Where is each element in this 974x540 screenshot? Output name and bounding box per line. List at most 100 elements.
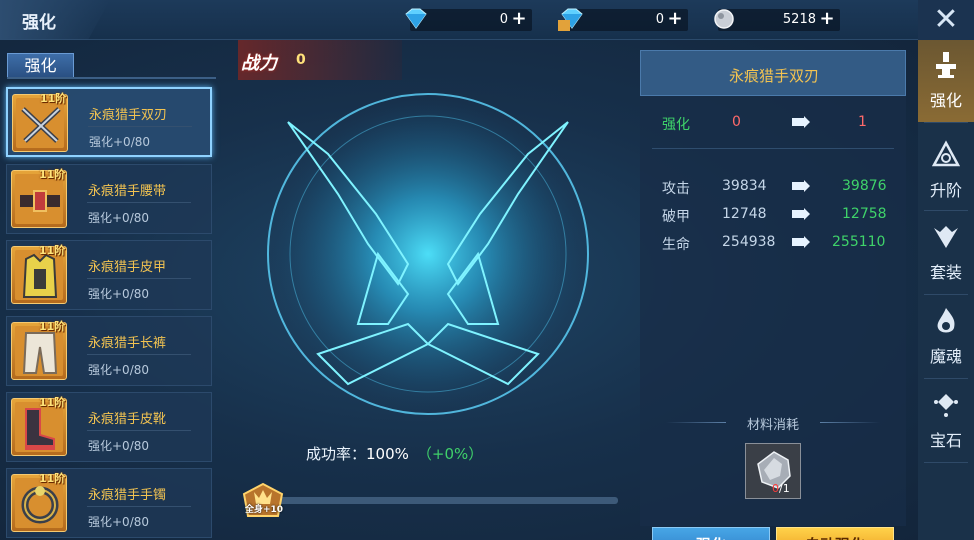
list-item[interactable]: 11阶 永痕猎手皮甲 强化+0/80 (6, 240, 212, 310)
nav-label: 套装 (929, 263, 962, 282)
page-title: 强化 (22, 13, 56, 33)
nav-label: 升阶 (929, 181, 962, 200)
arrow-right-icon (792, 236, 810, 248)
combat-power: 战力 0 (238, 40, 402, 80)
nav-upgrade[interactable]: 升阶 (918, 130, 974, 212)
stat-current: 39834 (722, 178, 767, 194)
nav-gem[interactable]: 宝石 (918, 380, 974, 462)
item-name: 永痕猎手双刃 (89, 108, 168, 123)
currency-value: 0 (499, 12, 508, 27)
stat-next: 39876 (842, 178, 887, 194)
full-body-progress-bar (262, 497, 618, 504)
panel-header: 永痕猎手双刃 (640, 50, 906, 96)
tier-badge: 11阶 (39, 396, 66, 409)
flame-soul-icon (937, 308, 955, 333)
bracelet-icon (21, 486, 59, 524)
arrow-right-icon (792, 116, 810, 128)
item-enhance-level: 强化+0/80 (88, 363, 150, 377)
enhance-level-row: 强化 0 1 (640, 114, 906, 136)
item-enhance-level: 强化+0/80 (88, 515, 150, 529)
material-cost-title: 材料消耗 (746, 418, 799, 433)
currency-value: 5218 (782, 12, 816, 27)
tier-badge: 11阶 (40, 92, 67, 105)
tier-badge: 11阶 (39, 472, 66, 485)
nav-label: 魔魂 (929, 347, 962, 366)
side-nav: 强化 升阶 套装 魔魂 宝石 (918, 40, 974, 540)
stat-next: 12758 (842, 206, 887, 222)
item-enhance-level: 强化+0/80 (88, 287, 150, 301)
divider (87, 430, 191, 431)
currency-value: 0 (655, 12, 664, 27)
armor-icon (22, 253, 58, 298)
enhance-button[interactable]: 强化 (652, 527, 770, 540)
divider (87, 202, 191, 203)
nav-suit[interactable]: 套装 (918, 212, 974, 294)
item-name: 永痕猎手腰带 (88, 184, 167, 199)
divider (652, 148, 894, 149)
stat-name: 破甲 (662, 209, 690, 225)
item-enhance-level: 强化+0/80 (89, 135, 151, 149)
boots-icon (25, 408, 55, 450)
stat-row: 生命 254938 255110 (640, 234, 906, 256)
tier-badge: 11阶 (39, 168, 66, 181)
divider (924, 378, 968, 379)
divider (88, 126, 192, 127)
game-screen: 强化 0 + 0 + 5218 + ✕ 强化 升阶 套装 魔魂 宝石 强化 11… (0, 0, 974, 540)
stat-name: 强化 (662, 117, 690, 133)
divider (924, 210, 968, 211)
success-rate: 成功率：100% （+0%） (306, 443, 483, 464)
add-currency-button[interactable]: + (510, 10, 528, 28)
divider (87, 278, 191, 279)
enhance-info-panel: 永痕猎手双刃 强化 0 1 攻击 39834 39876 破甲 12748 12… (640, 50, 906, 540)
stat-current: 12748 (722, 206, 767, 222)
nav-label: 宝石 (929, 431, 962, 450)
list-item[interactable]: 11阶 永痕猎手腰带 强化+0/80 (6, 164, 212, 234)
item-enhance-level: 强化+0/80 (88, 211, 150, 225)
stat-row: 破甲 12748 12758 (640, 206, 906, 228)
belt-icon (20, 190, 60, 212)
add-currency-button[interactable]: + (818, 10, 836, 28)
arrow-right-icon (792, 180, 810, 192)
triangle-upgrade-icon (932, 140, 960, 167)
top-bar: 强化 0 + 0 + 5218 + (0, 0, 918, 40)
add-currency-button[interactable]: + (666, 10, 684, 28)
divider (924, 122, 968, 123)
dual-blades-icon (21, 107, 61, 143)
stat-row: 攻击 39834 39876 (640, 178, 906, 200)
nav-enhance[interactable]: 强化 (918, 40, 974, 122)
arrow-right-icon (792, 208, 810, 220)
list-item[interactable]: 11阶 永痕猎手双刃 强化+0/80 (6, 87, 212, 157)
item-name: 永痕猎手皮甲 (88, 260, 167, 275)
nav-label: 强化 (929, 91, 962, 110)
item-name: 永痕猎手皮靴 (88, 412, 167, 427)
material-count: 0/1 (772, 482, 790, 495)
nav-soul[interactable]: 魔魂 (918, 296, 974, 378)
selected-item-title: 永痕猎手双刃 (728, 67, 819, 85)
gem-icon (934, 394, 958, 417)
currency-coin: 5218 + (714, 9, 840, 31)
divider (87, 506, 191, 507)
stat-next: 255110 (832, 234, 886, 250)
stat-current: 0 (732, 114, 741, 130)
success-rate-value: 100% (366, 445, 409, 463)
list-item[interactable]: 11阶 永痕猎手长裤 强化+0/80 (6, 316, 212, 386)
list-item[interactable]: 11阶 永痕猎手皮靴 强化+0/80 (6, 392, 212, 462)
tier-badge: 11阶 (39, 320, 66, 333)
item-name: 永痕猎手手镯 (88, 488, 167, 503)
silver-coin-icon (714, 9, 734, 29)
item-enhance-level: 强化+0/80 (88, 439, 150, 453)
suit-wings-icon (934, 226, 958, 248)
stat-current: 254938 (722, 234, 776, 250)
success-rate-label: 成功率： (306, 445, 367, 463)
stat-name: 攻击 (662, 181, 690, 197)
tab-enhance[interactable]: 强化 (7, 53, 74, 78)
divider (924, 294, 968, 295)
item-name: 永痕猎手长裤 (88, 336, 167, 351)
auto-enhance-button[interactable]: 自动强化 (776, 527, 894, 540)
weapon-display (266, 92, 590, 416)
bound-diamond-icon (558, 8, 583, 31)
currency-bound-diamond: 0 + (558, 8, 688, 31)
close-button[interactable]: ✕ (918, 0, 974, 40)
list-item[interactable]: 11阶 永痕猎手手镯 强化+0/80 (6, 468, 212, 538)
equipment-list: 强化 11阶 永痕猎手双刃 强化+0/80 11阶 永痕猎手腰带 强化+0/80… (0, 40, 216, 540)
